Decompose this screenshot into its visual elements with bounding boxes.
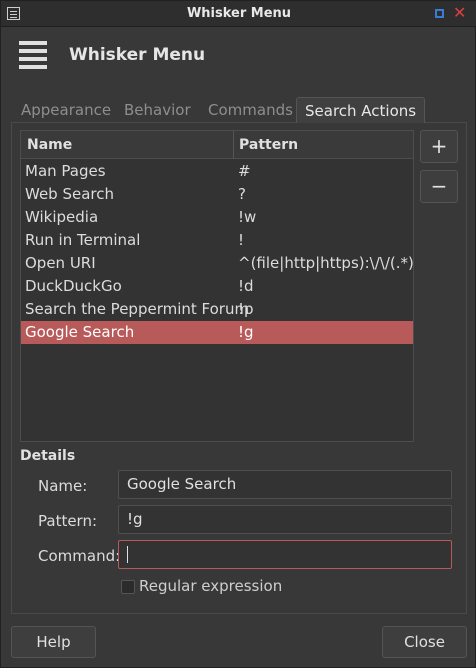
- row-pattern: #: [238, 162, 251, 180]
- table-header: Name Pattern: [21, 131, 413, 159]
- name-label: Name:: [38, 477, 88, 495]
- maximize-icon[interactable]: [435, 9, 444, 18]
- page-title: Whisker Menu: [69, 45, 206, 65]
- pattern-field[interactable]: !g: [118, 505, 452, 534]
- window-title: Whisker Menu: [186, 6, 292, 21]
- close-button[interactable]: Close: [382, 626, 467, 658]
- title-bar[interactable]: Whisker Menu ✕: [1, 1, 476, 27]
- pattern-label: Pattern:: [38, 512, 98, 530]
- table-row[interactable]: Run in Terminal !: [21, 229, 413, 252]
- regex-label[interactable]: Regular expression: [139, 577, 282, 595]
- column-divider[interactable]: [233, 131, 234, 159]
- row-name: Man Pages: [25, 162, 106, 180]
- row-name: Web Search: [25, 185, 115, 203]
- remove-button[interactable]: −: [420, 170, 458, 203]
- table-row[interactable]: Search the Peppermint Forum !p: [21, 298, 413, 321]
- hamburger-menu-icon: [19, 41, 47, 69]
- text-caret: [127, 546, 128, 563]
- table-row[interactable]: Web Search ?: [21, 183, 413, 206]
- settings-window: Whisker Menu ✕ Whisker Menu Appearance B…: [0, 0, 476, 668]
- table-row[interactable]: Man Pages #: [21, 160, 413, 183]
- name-field[interactable]: Google Search: [118, 470, 452, 499]
- row-name: Run in Terminal: [25, 231, 141, 249]
- row-name: Google Search: [25, 323, 135, 341]
- details-heading: Details: [20, 448, 76, 464]
- row-pattern: ?: [238, 185, 246, 203]
- row-name: Open URI: [25, 254, 96, 272]
- table-row[interactable]: Open URI ^(file|http|https):\/\/(.*)$: [21, 252, 413, 275]
- tab-behavior[interactable]: Behavior: [116, 97, 199, 123]
- column-header-pattern[interactable]: Pattern: [239, 137, 298, 153]
- row-pattern: !w: [238, 208, 257, 226]
- table-row-selected[interactable]: Google Search !g: [21, 321, 413, 344]
- row-pattern: !p: [238, 300, 254, 318]
- row-pattern: !: [238, 231, 245, 249]
- row-pattern: !g: [238, 323, 254, 341]
- row-name: DuckDuckGo: [25, 277, 122, 295]
- regex-checkbox[interactable]: [121, 580, 135, 594]
- table-row[interactable]: Wikipedia !w: [21, 206, 413, 229]
- command-label: Command:: [38, 547, 121, 565]
- help-button[interactable]: Help: [11, 626, 96, 658]
- row-name: Search the Peppermint Forum: [25, 300, 250, 318]
- row-name: Wikipedia: [25, 208, 99, 226]
- search-actions-table: Name Pattern Man Pages # Web Search ? Wi…: [20, 130, 414, 442]
- close-icon[interactable]: ✕: [453, 4, 466, 22]
- table-row[interactable]: DuckDuckGo !d: [21, 275, 413, 298]
- row-pattern: !d: [238, 277, 254, 295]
- tab-appearance[interactable]: Appearance: [13, 97, 119, 123]
- column-header-name[interactable]: Name: [27, 137, 72, 153]
- row-pattern: ^(file|http|https):\/\/(.*)$: [238, 254, 414, 272]
- add-button[interactable]: +: [420, 130, 458, 163]
- command-field[interactable]: [118, 540, 452, 569]
- tab-search-actions[interactable]: Search Actions: [296, 97, 426, 123]
- tab-commands[interactable]: Commands: [200, 97, 301, 123]
